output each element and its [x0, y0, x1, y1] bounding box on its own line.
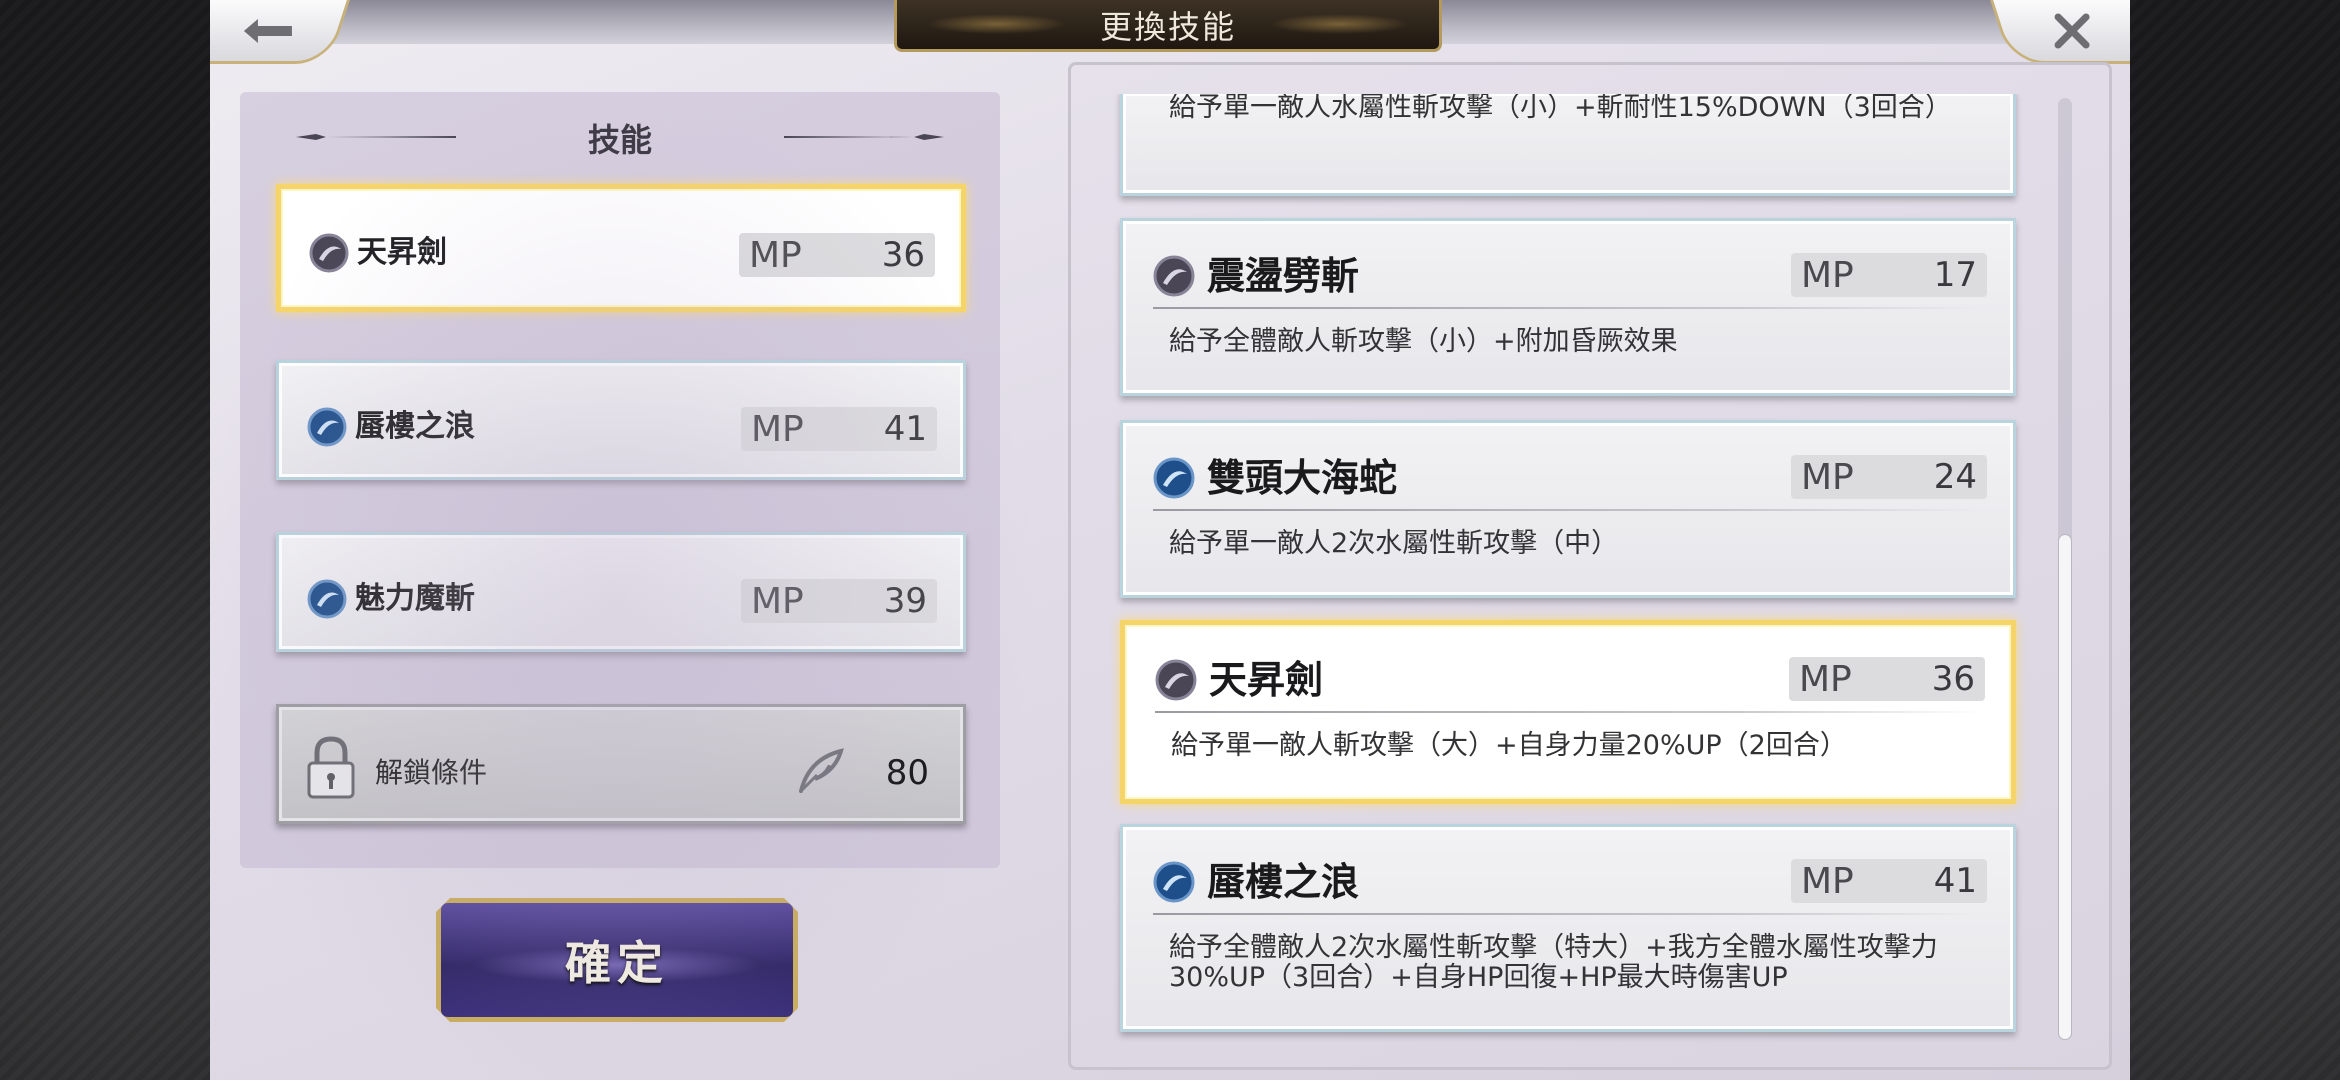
- locked-skill-slot[interactable]: 解鎖條件 80: [276, 704, 966, 824]
- unlock-condition-label: 解鎖條件: [375, 756, 488, 789]
- divider: [1153, 913, 1983, 915]
- skills-header: 技能: [240, 92, 1000, 184]
- skill-card-4[interactable]: 蜃樓之浪 MP 41 給予全體敵人2次水屬性斬攻擊（特大）+我方全體水屬性攻擊力…: [1120, 824, 2016, 1032]
- skill-description: 給予單一敵人水屬性斬攻擊（小）+斬耐性15%DOWN（3回合）: [1169, 94, 1952, 123]
- skill-name: 蜃樓之浪: [355, 409, 475, 444]
- mp-value: 41: [883, 409, 927, 449]
- header-ornament-right: [784, 134, 944, 140]
- header-ornament-left: [296, 134, 456, 140]
- skill-description: 給予全體敵人2次水屬性斬攻擊（特大）+我方全體水屬性攻擊力30%UP（3回合）+…: [1169, 932, 1938, 993]
- skill-card-1[interactable]: 震盪劈斬 MP 17 給予全體敵人斬攻擊（小）+附加昏厥效果: [1120, 218, 2016, 396]
- close-button[interactable]: [1990, 0, 2130, 64]
- skill-card-3-selected[interactable]: 天昇劍 MP 36 給予單一敵人斬攻擊（大）+自身力量20%UP（2回合）: [1120, 620, 2016, 804]
- mp-label: MP: [1801, 254, 1854, 296]
- water-orb-icon: [1153, 457, 1195, 499]
- mp-label: MP: [1801, 860, 1854, 902]
- mp-cost: MP 36: [1789, 657, 1985, 701]
- skill-description: 給予單一敵人斬攻擊（大）+自身力量20%UP（2回合）: [1171, 730, 1847, 761]
- skills-title: 技能: [587, 121, 652, 159]
- water-orb-icon: [307, 579, 347, 619]
- equipped-skill-slot-1[interactable]: 天昇劍 MP 36: [276, 184, 966, 312]
- water-orb-icon: [307, 407, 347, 447]
- divider: [1155, 711, 1981, 713]
- mp-label: MP: [751, 580, 804, 622]
- mp-value: 24: [1933, 457, 1977, 497]
- back-button[interactable]: [210, 0, 350, 64]
- confirm-label: 確定: [565, 936, 669, 990]
- skill-card-partial[interactable]: 給予單一敵人水屬性斬攻擊（小）+斬耐性15%DOWN（3回合）: [1120, 94, 2016, 196]
- close-icon: [2053, 13, 2089, 48]
- mp-label: MP: [1801, 456, 1854, 498]
- unlock-condition-value: 80: [885, 753, 929, 793]
- mp-cost: MP 41: [741, 407, 937, 451]
- background-right-decoration: [2130, 0, 2340, 1080]
- mp-label: MP: [751, 408, 804, 450]
- equipped-skill-slot-3[interactable]: 魅力魔斬 MP 39: [276, 532, 966, 652]
- skill-name: 蜃樓之浪: [1207, 859, 1360, 904]
- equipped-skills-box: 技能 天昇劍 MP 36 蜃樓之浪 MP 41 魅力魔斬 MP 39 解鎖條件 …: [240, 92, 1000, 868]
- mp-value: 17: [1933, 255, 1977, 295]
- mp-label: MP: [749, 234, 802, 276]
- title-plate: 更換技能: [894, 0, 1442, 52]
- dark-orb-icon: [309, 233, 349, 273]
- mp-label: MP: [1799, 658, 1852, 700]
- dark-orb-icon: [1155, 659, 1197, 701]
- mp-cost: MP 24: [1791, 455, 1987, 499]
- skill-list[interactable]: 給予單一敵人水屬性斬攻擊（小）+斬耐性15%DOWN（3回合） 震盪劈斬 MP …: [1110, 94, 2030, 1054]
- feather-icon: [799, 748, 844, 793]
- confirm-button[interactable]: 確定: [436, 898, 798, 1022]
- skill-name: 震盪劈斬: [1207, 253, 1360, 298]
- mp-value: 36: [881, 235, 925, 275]
- skill-card-2[interactable]: 雙頭大海蛇 MP 24 給予單一敵人2次水屬性斬攻擊（中）: [1120, 420, 2016, 598]
- water-orb-icon: [1153, 861, 1195, 903]
- divider: [1153, 307, 1983, 309]
- equipped-skill-slot-2[interactable]: 蜃樓之浪 MP 41: [276, 360, 966, 480]
- scrollbar-thumb[interactable]: [2058, 534, 2072, 1040]
- page-title: 更換技能: [1099, 7, 1236, 46]
- skill-name: 天昇劍: [357, 235, 447, 270]
- mp-cost: MP 17: [1791, 253, 1987, 297]
- dark-orb-icon: [1153, 255, 1195, 297]
- mp-cost: MP 39: [741, 579, 937, 623]
- background-left-decoration: [0, 0, 210, 1080]
- mp-cost: MP 36: [739, 233, 935, 277]
- skill-change-panel: 更換技能 技能 天昇劍 MP 36 蜃樓之浪 MP 41 魅力魔斬 MP 39 …: [210, 0, 2130, 1080]
- lock-icon: [307, 736, 355, 799]
- skill-name: 雙頭大海蛇: [1207, 455, 1398, 500]
- mp-value: 41: [1933, 861, 1977, 901]
- mp-value: 36: [1931, 659, 1975, 699]
- mp-value: 39: [883, 581, 927, 621]
- skill-description: 給予單一敵人2次水屬性斬攻擊（中）: [1169, 528, 1619, 559]
- skill-name: 魅力魔斬: [355, 581, 475, 616]
- mp-cost: MP 41: [1791, 859, 1987, 903]
- divider: [1153, 509, 1983, 511]
- skill-description: 給予全體敵人斬攻擊（小）+附加昏厥效果: [1169, 326, 1678, 357]
- skill-name: 天昇劍: [1209, 657, 1324, 702]
- back-arrow-icon: [243, 18, 292, 43]
